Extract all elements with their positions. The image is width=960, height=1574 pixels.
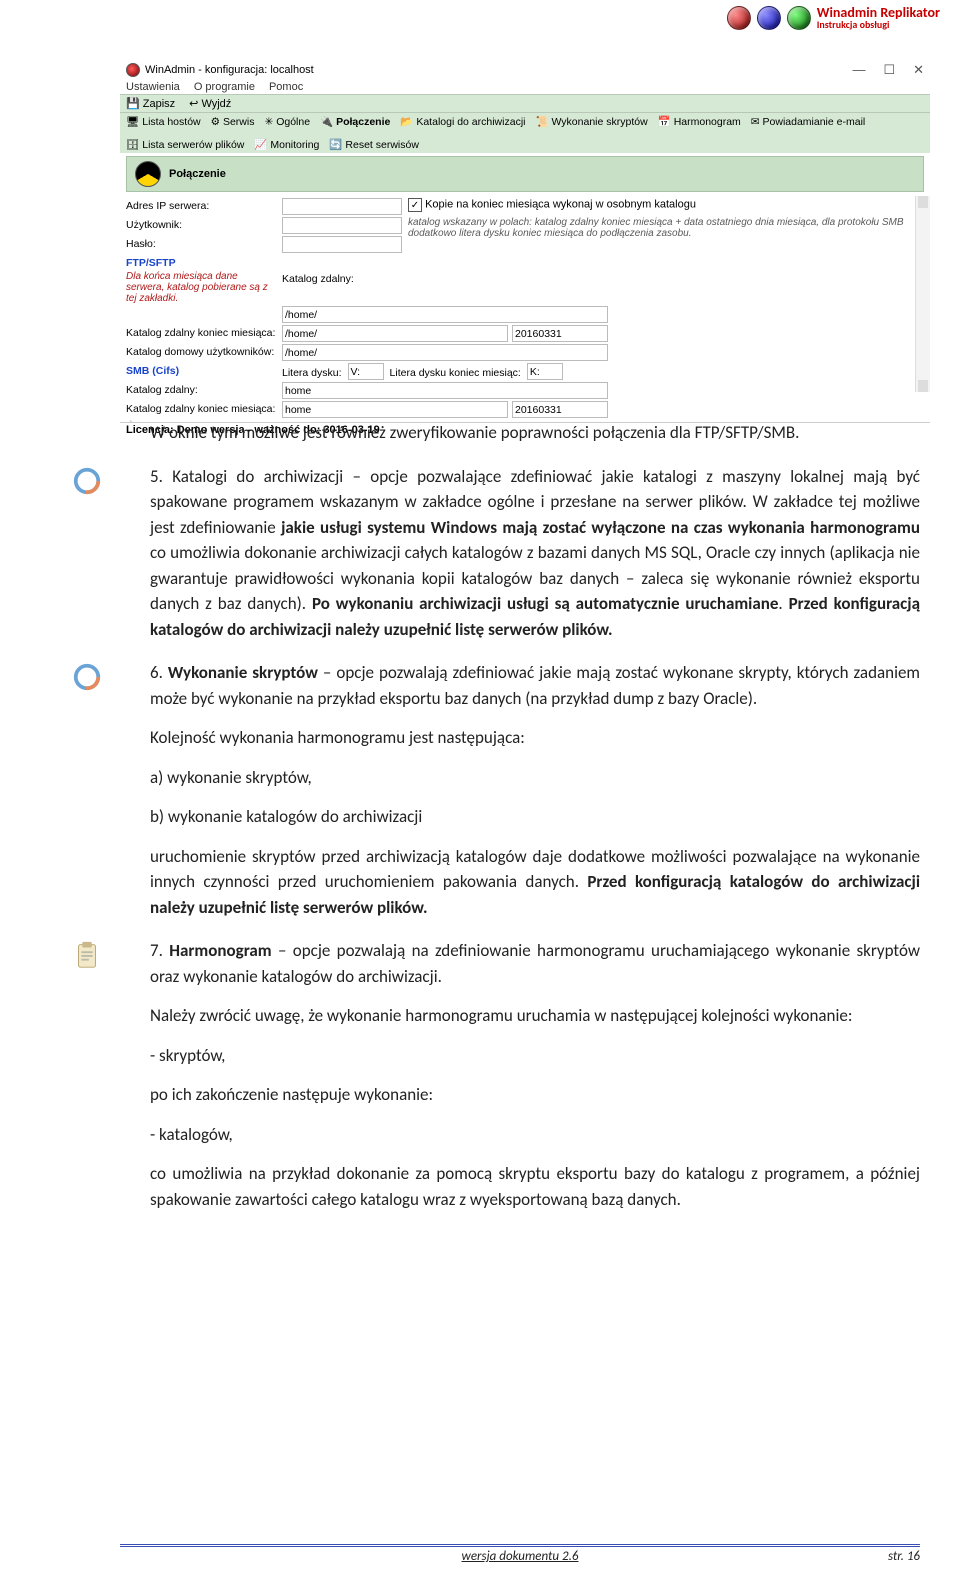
lbl-ip: Adres IP serwera: [126, 198, 276, 215]
paragraph: Należy zwrócić uwagę, że wykonanie harmo… [150, 1003, 920, 1029]
paragraph: W oknie tym możliwe jest również zweryfi… [150, 420, 920, 446]
checkbox-monthly[interactable]: ✓ [408, 198, 422, 212]
clipboard-icon [72, 940, 102, 970]
input-home2[interactable]: /home/ [282, 325, 508, 342]
tab-schedule[interactable]: 📅 Harmonogram [658, 115, 741, 128]
footer-page: str. 16 [820, 1549, 920, 1564]
minimize-button[interactable]: — [852, 62, 865, 78]
tab-service[interactable]: ⚙ Serwis [211, 116, 255, 128]
lbl-kat-zdalny2: Katalog zdalny: [126, 382, 276, 399]
list-sub-a: a) wykonanie skryptów, [150, 765, 920, 791]
window-title: WinAdmin - konfiguracja: localhost [145, 64, 314, 76]
lbl-user: Użytkownik: [126, 217, 276, 234]
lbl-pass: Hasło: [126, 236, 276, 253]
radiation-icon [135, 161, 161, 187]
paragraph: po ich zakończenie następuje wykonanie: [150, 1082, 920, 1108]
ring-icon [72, 466, 102, 496]
lbl-kat-zkm2: Katalog zdalny koniec miesiąca: [126, 401, 276, 418]
input-date1[interactable]: 20160331 [512, 325, 608, 342]
scroll-down-icon[interactable] [918, 380, 928, 392]
lbl-kat-zkm: Katalog zdalny koniec miesiąca: [126, 325, 276, 342]
tab-scripts[interactable]: 📜 Wykonanie skryptów [535, 115, 647, 128]
lbl-kat-zdalny: Katalog zdalny: [282, 271, 402, 304]
menu-item[interactable]: Pomoc [269, 81, 303, 93]
menu-item[interactable]: O programie [194, 81, 255, 93]
info-text-2: Dla końca miesiąca dane serwera, katalog… [126, 271, 276, 304]
input-ip[interactable] [282, 198, 402, 215]
save-button[interactable]: 💾 Zapisz [126, 97, 175, 110]
tab-archive[interactable]: 📂 Katalogi do archiwizacji [400, 115, 525, 128]
ring-icon [72, 662, 102, 692]
list-item-7: 7. Harmonogram – opcje pozwalają na zdef… [150, 938, 920, 989]
input-home-t2[interactable]: home [282, 401, 508, 418]
orb-green-icon [787, 6, 811, 30]
footer-version: wersja dokumentu 2.6 [220, 1549, 820, 1564]
paragraph: Kolejność wykonania harmonogramu jest na… [150, 725, 920, 751]
checkbox-label: Kopie na koniec miesiąca wykonaj w osobn… [425, 199, 696, 211]
tab-general[interactable]: ✳ Ogólne [264, 116, 310, 128]
section-title: Połączenie [169, 168, 226, 180]
input-home3[interactable]: /home/ [282, 344, 608, 361]
brand-subtitle: Instrukcja obsługi [817, 20, 940, 30]
input-date2[interactable]: 20160331 [512, 401, 608, 418]
tab-fileservers[interactable]: 🗄 Lista serwerów plików [126, 138, 244, 151]
page-footer: wersja dokumentu 2.6 str. 16 [120, 1544, 920, 1564]
input-drive[interactable]: V: [348, 363, 384, 380]
list-sub: - katalogów, [150, 1122, 920, 1148]
list-item-6: 6. Wykonanie skryptów – opcje pozwalają … [150, 660, 920, 711]
brand-logo: Winadmin Replikator Instrukcja obsługi [727, 6, 940, 30]
scroll-up-icon[interactable] [918, 196, 928, 208]
tab-email[interactable]: ✉ Powiadamianie e-mail [751, 116, 865, 128]
input-home-t1[interactable]: home [282, 382, 608, 399]
lbl-kat-dom: Katalog domowy użytkowników: [126, 344, 276, 361]
document-body: W oknie tym możliwe jest również zweryfi… [120, 420, 920, 1226]
lbl-ftp: FTP/SFTP [126, 255, 276, 269]
tab-reset[interactable]: 🔄 Reset serwisów [329, 138, 419, 151]
list-sub-b: b) wykonanie katalogów do archiwizacji [150, 804, 920, 830]
paragraph: co umożliwia na przykład dokonanie za po… [150, 1161, 920, 1212]
paragraph: uruchomienie skryptów przed archiwizacją… [150, 844, 920, 921]
list-item-5: 5. Katalogi do archiwizacji – opcje pozw… [150, 464, 920, 643]
close-button[interactable]: ✕ [913, 62, 924, 78]
tab-hosts[interactable]: 🖥 Lista hostów [126, 115, 201, 128]
maximize-button[interactable]: ☐ [883, 62, 895, 78]
tab-connection[interactable]: 🔌 Połączenie [320, 115, 390, 128]
input-drive-km[interactable]: K: [527, 363, 563, 380]
app-window: WinAdmin - konfiguracja: localhost — ☐ ✕… [120, 60, 930, 398]
lbl-smb: SMB (Cifs) [126, 363, 276, 380]
input-user[interactable] [282, 217, 402, 234]
menu-item[interactable]: Ustawienia [126, 81, 180, 93]
list-sub: - skryptów, [150, 1043, 920, 1069]
exit-button[interactable]: ↩ Wyjdź [189, 97, 231, 110]
scrollbar[interactable] [915, 196, 930, 392]
orb-red-icon [727, 6, 751, 30]
app-icon [126, 63, 140, 77]
input-home1[interactable]: /home/ [282, 306, 608, 323]
tab-monitoring[interactable]: 📈 Monitoring [254, 138, 319, 151]
orb-blue-icon [757, 6, 781, 30]
input-pass[interactable] [282, 236, 402, 253]
info-text-1: katalog wskazany w polach: katalog zdaln… [408, 217, 924, 269]
